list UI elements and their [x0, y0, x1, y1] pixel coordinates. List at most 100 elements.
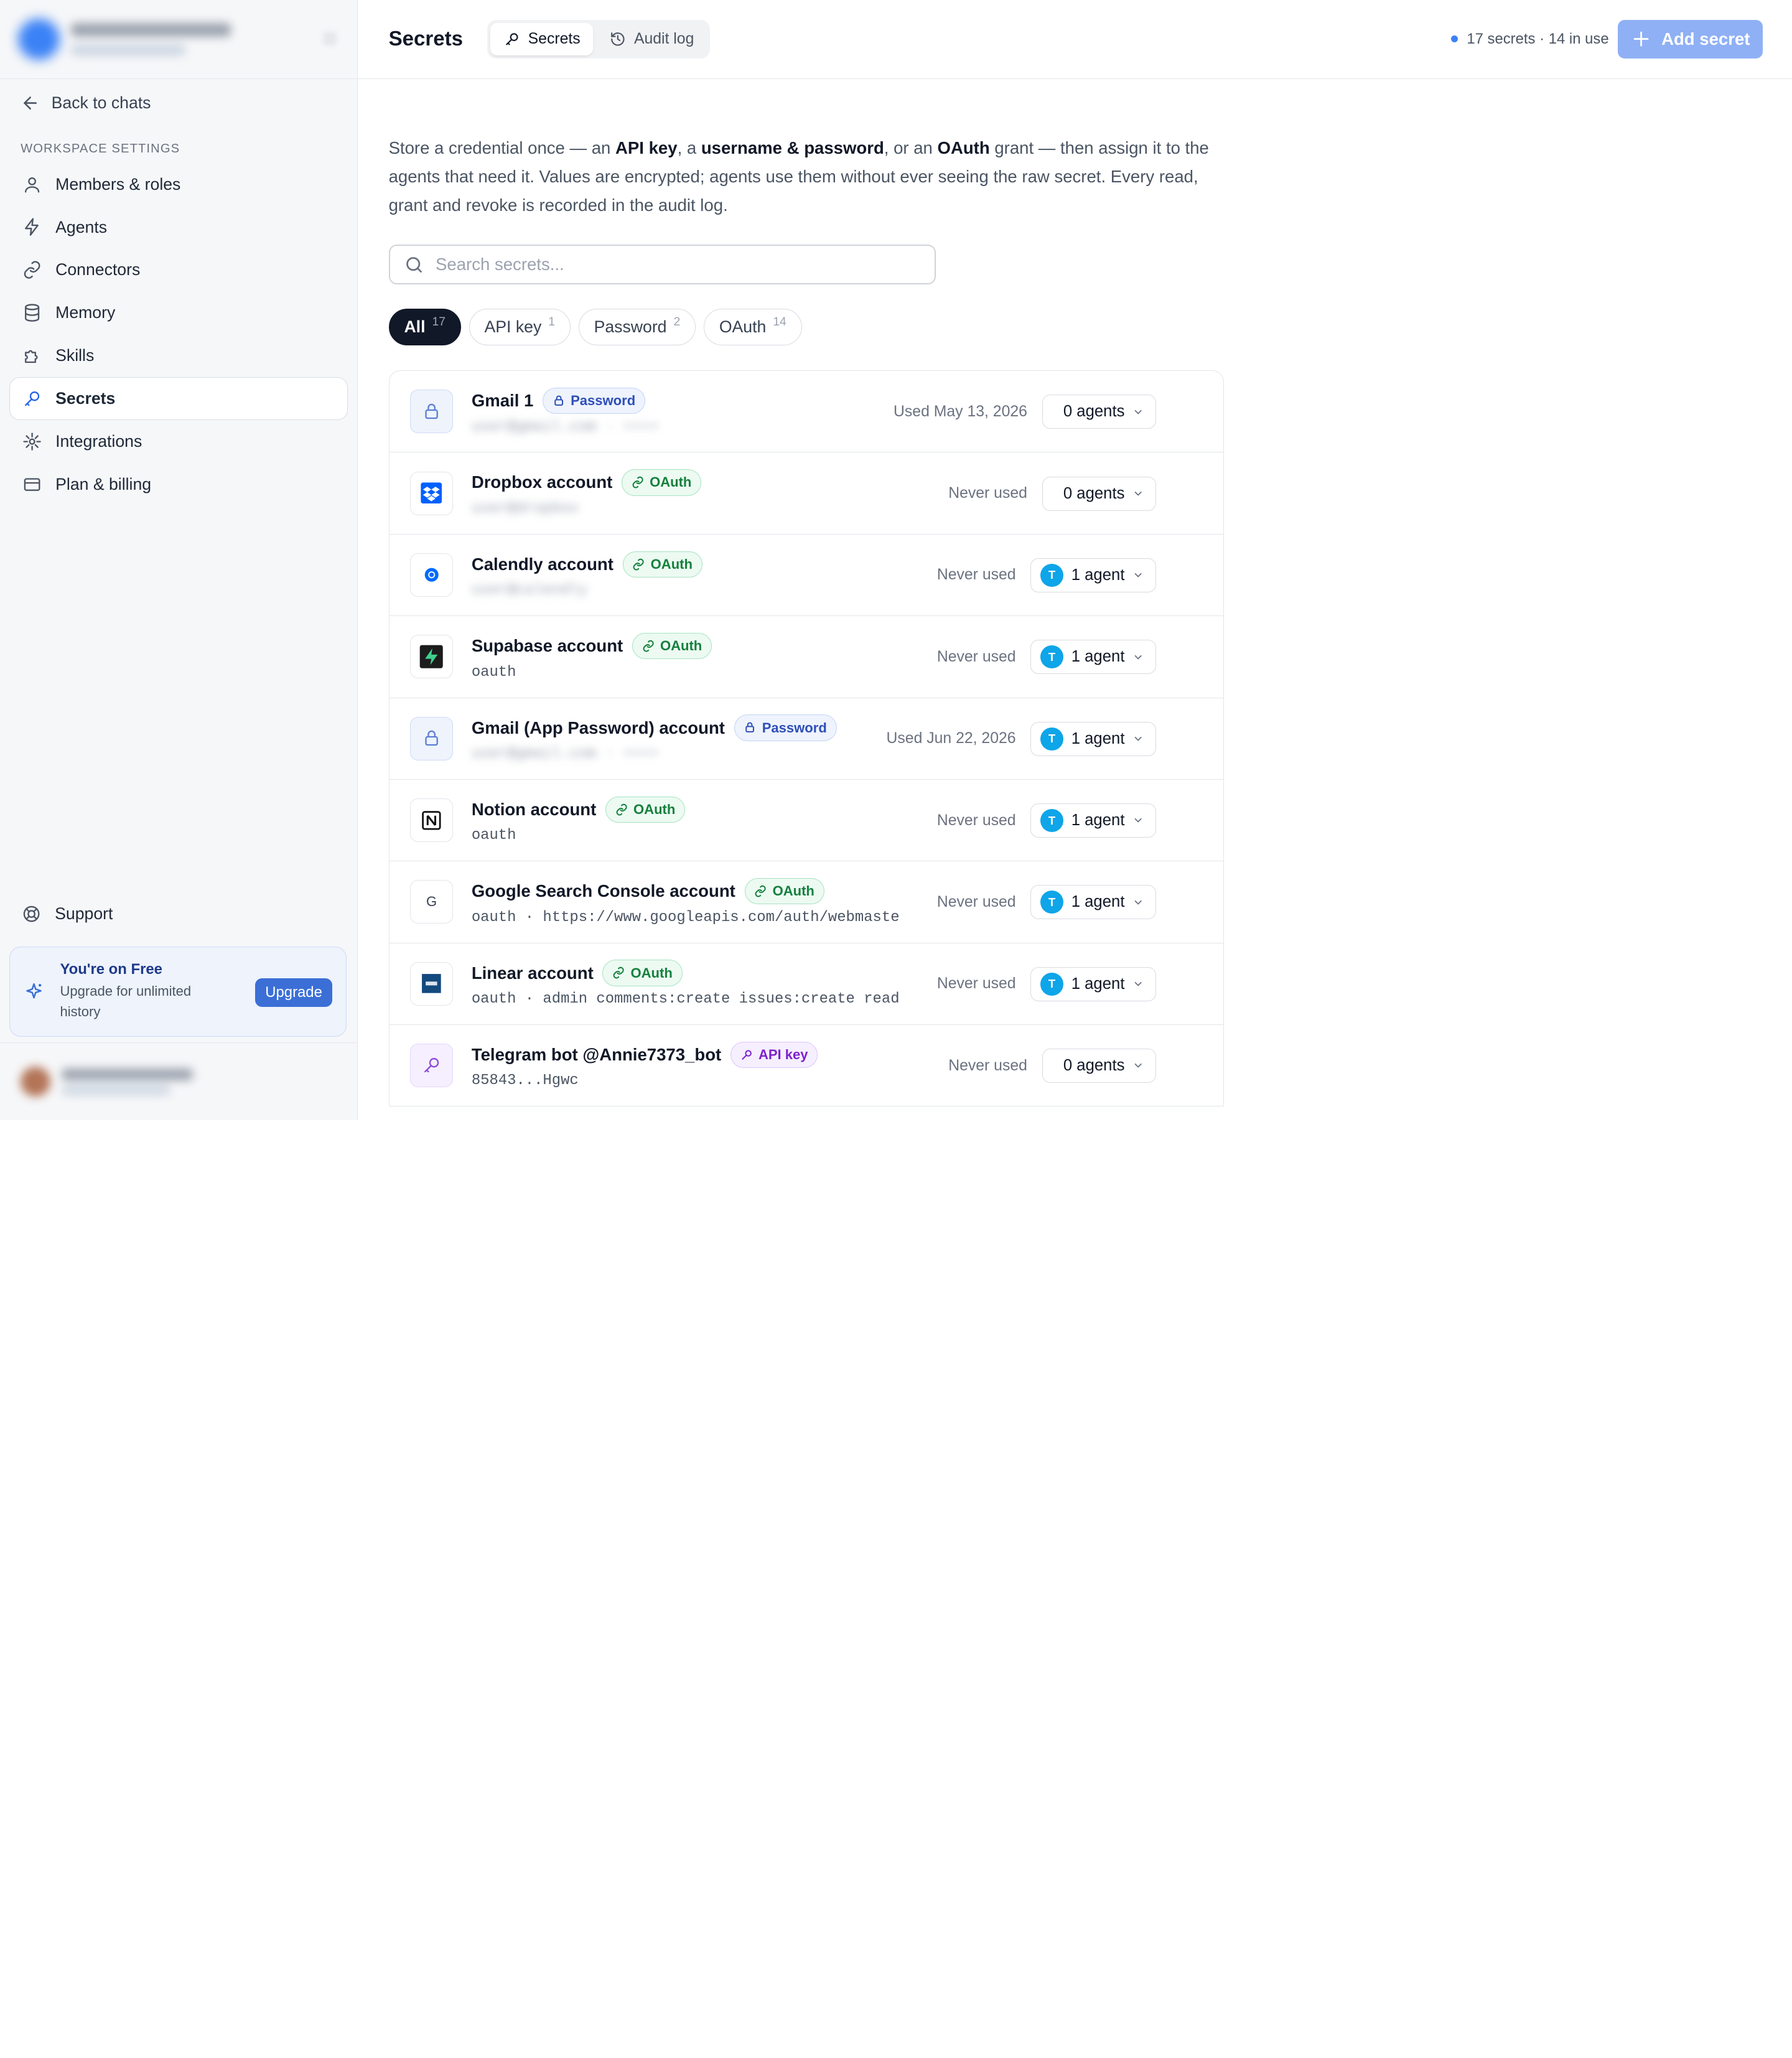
assign-agents-dropdown[interactable]: T 1 agent	[1030, 721, 1157, 756]
sidebar-item-label: Members & roles	[55, 174, 181, 194]
agents-count: 0 agents	[1063, 1057, 1125, 1075]
secret-type-badge: OAuth	[744, 878, 824, 905]
search-input[interactable]	[436, 255, 922, 275]
assign-agents-dropdown[interactable]: T 1 agent	[1030, 640, 1157, 675]
upgrade-button[interactable]: Upgrade	[254, 978, 333, 1007]
back-to-chats-link[interactable]: Back to chats	[0, 80, 357, 126]
sidebar-item-connectors[interactable]: Connectors	[9, 249, 348, 292]
secret-type-badge: OAuth	[605, 796, 686, 823]
sidebar-item-secrets[interactable]: Secrets	[9, 377, 348, 421]
secret-row[interactable]: Calendly account OAuth user@calendly Never …	[389, 535, 1224, 617]
lock-icon	[409, 716, 454, 760]
secret-row[interactable]: Gmail 1 Password user@gmail.com · •••• Used…	[389, 371, 1224, 453]
secret-type-badge: OAuth	[602, 960, 683, 986]
assign-agents-dropdown[interactable]: T 1 agent	[1030, 885, 1157, 920]
secret-row[interactable]: Supabase account OAuth oauth Never used T 1 a…	[389, 616, 1224, 698]
sidebar-item-label: Plan & billing	[55, 474, 152, 493]
assign-agents-dropdown[interactable]: T 1 agent	[1030, 966, 1157, 1001]
link-icon	[22, 260, 42, 279]
sidebar-item-label: Memory	[55, 303, 116, 322]
agents-count: 0 agents	[1063, 484, 1125, 502]
lock-icon	[409, 390, 454, 434]
secret-row[interactable]: Telegram bot @Annie7373_bot API key 85843.…	[389, 1025, 1224, 1107]
secrets-count-status: 17 secrets · 14 in use	[1467, 30, 1609, 47]
plan-title: You're on Free	[60, 961, 162, 978]
last-used: Never used	[936, 566, 1016, 584]
plan-subtitle: Upgrade for unlimited history	[60, 983, 192, 1019]
plus-icon	[1631, 29, 1651, 49]
settings-nav: Members & roles Agents Connectors Memory…	[0, 163, 357, 506]
assign-agents-dropdown[interactable]: T 1 agent	[1030, 558, 1157, 593]
user-menu[interactable]	[0, 1042, 357, 1120]
linear-icon	[409, 961, 454, 1006]
secret-name: Google Search Console account	[471, 881, 735, 901]
add-secret-button[interactable]: Add secret	[1618, 19, 1763, 59]
secret-row[interactable]: Notion account OAuth oauth Never used T 1 age…	[389, 780, 1224, 862]
agent-avatar: T	[1040, 564, 1063, 587]
secret-row[interactable]: Linear account OAuth oauth · admin comment…	[389, 943, 1224, 1025]
secret-row[interactable]: Dropbox account OAuth user@dropbox Never us…	[389, 452, 1224, 535]
agents-count: 1 agent	[1071, 893, 1125, 911]
agent-avatar: T	[1040, 891, 1063, 914]
workspace-switcher[interactable]	[0, 0, 357, 79]
search-box[interactable]	[388, 245, 936, 285]
secret-detail: oauth · https://www.googleapis.com/auth/…	[471, 909, 900, 926]
workspace-chevron-icon	[322, 32, 337, 46]
notion-icon	[409, 798, 454, 842]
secret-detail: user@gmail.com · ••••	[471, 418, 659, 436]
tab-secrets[interactable]: Secrets	[490, 23, 593, 55]
agent-avatar: T	[1040, 727, 1063, 751]
tab-label: Secrets	[528, 30, 581, 47]
assign-agents-dropdown[interactable]: 0 agents	[1042, 476, 1157, 511]
agents-count: 1 agent	[1071, 648, 1125, 666]
dropbox-icon	[409, 471, 454, 515]
secret-type-badge: Password	[734, 714, 837, 741]
chevron-down-icon	[1132, 733, 1144, 744]
add-secret-label: Add secret	[1661, 29, 1750, 49]
lock-icon	[553, 395, 565, 407]
history-icon	[610, 31, 626, 47]
secret-row[interactable]: Gmail (App Password) account Password user…	[389, 698, 1224, 780]
sidebar-item-agents[interactable]: Agents	[9, 206, 348, 249]
arrow-left-icon	[21, 93, 40, 113]
app-window: Back to chats WORKSPACE SETTINGS Members…	[0, 0, 1792, 1121]
filter-oauth[interactable]: OAuth 14	[703, 308, 802, 345]
assign-agents-dropdown[interactable]: 0 agents	[1042, 1048, 1157, 1083]
secret-detail: user@dropbox	[471, 500, 579, 517]
secret-type-badge: OAuth	[622, 551, 702, 578]
link-icon	[754, 885, 767, 897]
plug-icon	[22, 432, 42, 451]
intro-text: Store a credential once — an API key, a …	[388, 138, 1209, 215]
sidebar: Back to chats WORKSPACE SETTINGS Members…	[0, 0, 358, 1121]
support-label: Support	[55, 904, 113, 924]
agents-count: 1 agent	[1071, 975, 1125, 993]
assign-agents-dropdown[interactable]: T 1 agent	[1030, 803, 1157, 838]
secret-name: Gmail 1	[471, 391, 534, 411]
filter-all[interactable]: All 17	[388, 308, 461, 345]
filter-password[interactable]: Password 2	[578, 308, 696, 345]
agent-avatar: T	[1040, 972, 1063, 996]
chevron-down-icon	[1132, 1060, 1144, 1071]
last-used: Never used	[948, 485, 1027, 502]
support-link[interactable]: Support	[9, 893, 348, 935]
assign-agents-dropdown[interactable]: 0 agents	[1042, 395, 1157, 429]
secret-row[interactable]: G Google Search Console account OAuth oauth…	[389, 861, 1224, 943]
last-used: Used Jun 22, 2026	[886, 730, 1016, 747]
tab-audit-log[interactable]: Audit log	[596, 23, 706, 55]
sidebar-item-integrations[interactable]: Integrations	[9, 420, 348, 463]
key-icon	[409, 1044, 454, 1087]
secret-detail: user@gmail.com · ••••	[471, 745, 659, 762]
sidebar-item-memory[interactable]: Memory	[9, 291, 348, 334]
tab-label: Audit log	[633, 30, 694, 47]
agents-count: 0 agents	[1063, 403, 1125, 421]
workspace-settings-heading: WORKSPACE SETTINGS	[21, 141, 180, 156]
filter-api-key[interactable]: API key 1	[469, 308, 571, 345]
secrets-list: Gmail 1 Password user@gmail.com · •••• Used…	[388, 370, 1225, 1107]
last-used: Used May 13, 2026	[894, 403, 1027, 420]
supabase-icon	[409, 635, 454, 679]
sidebar-item-billing[interactable]: Plan & billing	[9, 463, 348, 506]
secret-detail: oauth	[471, 663, 516, 681]
sidebar-item-skills[interactable]: Skills	[9, 334, 348, 377]
sidebar-item-members[interactable]: Members & roles	[9, 163, 348, 206]
sidebar-item-label: Integrations	[55, 431, 142, 451]
